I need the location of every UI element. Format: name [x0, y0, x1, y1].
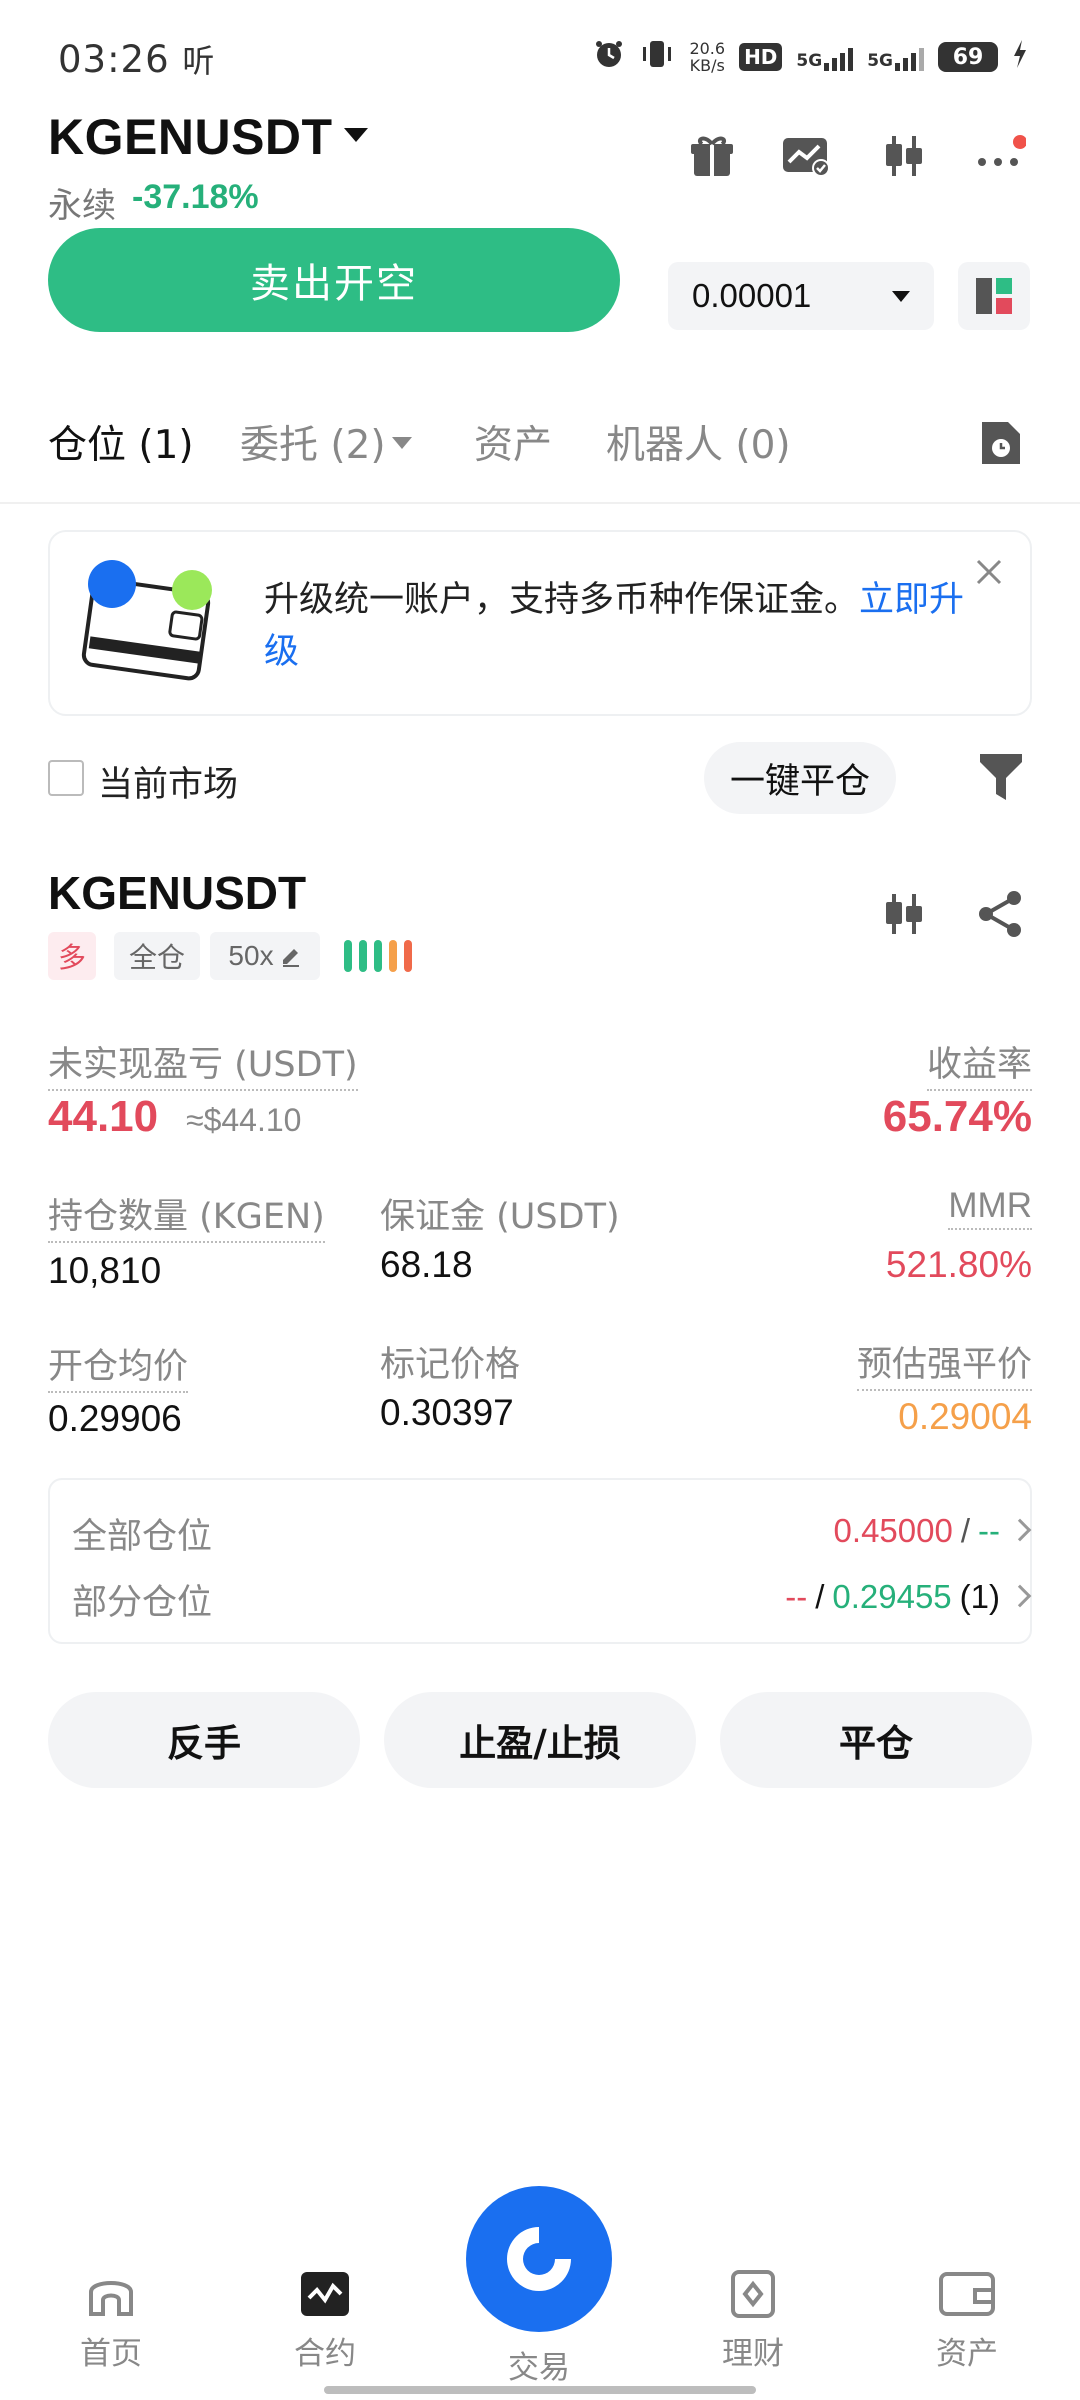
margin-mode-tag: 全仓	[114, 932, 200, 980]
entry-price-value: 0.29906	[48, 1398, 182, 1439]
entry-price-label[interactable]: 开仓均价	[48, 1338, 189, 1393]
position-symbol[interactable]: KGENUSDT	[48, 866, 306, 920]
risk-level-indicator	[344, 940, 412, 972]
gift-icon[interactable]	[686, 130, 738, 182]
tabs-divider	[0, 502, 1080, 504]
tab-assets[interactable]: 资产	[474, 414, 552, 470]
close-icon[interactable]	[974, 556, 1004, 596]
current-market-checkbox[interactable]	[48, 760, 84, 796]
tpsl-partial-label[interactable]: 部分仓位	[72, 1574, 212, 1625]
vibrate-icon	[639, 38, 675, 76]
tab-bots[interactable]: 机器人 (0)	[606, 414, 791, 470]
nav-trade-button[interactable]	[466, 2186, 612, 2332]
upgrade-banner-text: 升级统一账户，支持多币种作保证金。立即升级	[264, 580, 965, 672]
nav-trade-label[interactable]: 交易	[466, 2342, 612, 2387]
tpsl-partial-sl: 0.29455	[832, 1578, 952, 1615]
nav-home-label: 首页	[80, 2336, 142, 2372]
price-step-select[interactable]: 0.00001	[668, 262, 934, 330]
reverse-button[interactable]: 反手	[48, 1692, 360, 1788]
chart-check-icon[interactable]	[780, 130, 832, 182]
status-icons: 20.6 KB/s HD 5G 5G 69	[593, 38, 1028, 76]
tpsl-button[interactable]: 止盈/止损	[384, 1692, 696, 1788]
symbol-title[interactable]: KGENUSDT	[48, 108, 333, 166]
filter-icon[interactable]	[978, 752, 1024, 806]
leverage-tag[interactable]: 50x	[210, 932, 320, 980]
roe-label[interactable]: 收益率	[926, 1036, 1032, 1091]
layout-icon	[976, 278, 1012, 314]
nav-assets-label: 资产	[936, 2336, 998, 2372]
sell-short-button[interactable]: 卖出开空	[48, 228, 620, 332]
tpsl-partial-count: (1)	[959, 1578, 1000, 1615]
liq-price-value: 0.29004	[898, 1396, 1032, 1437]
leverage-value: 50x	[228, 940, 274, 971]
size-label[interactable]: 持仓数量 (KGEN)	[48, 1188, 325, 1243]
charging-icon	[1012, 40, 1028, 74]
liq-price-label[interactable]: 预估强平价	[856, 1336, 1032, 1391]
contract-type: 永续	[48, 186, 116, 226]
futures-icon	[301, 2272, 349, 2316]
earn-icon	[731, 2270, 775, 2318]
mark-price-value: 0.30397	[380, 1392, 514, 1433]
history-document-icon[interactable]	[978, 418, 1024, 468]
candlestick-icon[interactable]	[880, 890, 928, 942]
alarm-icon	[593, 38, 625, 76]
price-step-value: 0.00001	[692, 277, 812, 314]
orderbook-layout-button[interactable]	[958, 262, 1030, 330]
candlestick-icon[interactable]	[878, 130, 930, 182]
close-position-button[interactable]: 平仓	[720, 1692, 1032, 1788]
tpsl-full-values[interactable]: 0.45000 / --	[834, 1512, 1000, 1550]
mmr-label[interactable]: MMR	[948, 1186, 1032, 1230]
close-all-button[interactable]: 一键平仓	[704, 742, 896, 814]
status-time: 03:26 听	[58, 38, 216, 81]
system-home-indicator[interactable]	[324, 2386, 756, 2394]
tab-positions[interactable]: 仓位 (1)	[48, 414, 194, 470]
symbol-dropdown-icon[interactable]	[344, 128, 368, 142]
chevron-down-icon	[892, 290, 910, 302]
share-icon[interactable]	[976, 890, 1024, 942]
signal-5g-icon: 5G	[796, 43, 854, 71]
nav-home[interactable]: 首页	[36, 2270, 186, 2373]
trade-logo-icon	[507, 2227, 571, 2291]
tpsl-partial-values[interactable]: -- / 0.29455 (1)	[785, 1578, 1000, 1616]
more-menu-icon[interactable]	[974, 130, 1026, 182]
nav-futures[interactable]: 合约	[250, 2270, 400, 2373]
margin-value: 68.18	[380, 1244, 473, 1285]
wallet-nav-icon	[939, 2272, 995, 2316]
tpsl-full-label[interactable]: 全部仓位	[72, 1508, 212, 1559]
unrealized-pnl-label[interactable]: 未实现盈亏 (USDT)	[48, 1036, 358, 1091]
home-icon	[89, 2281, 133, 2316]
tpsl-full-tp: 0.45000	[833, 1512, 953, 1549]
unrealized-pnl-usd: ≈$44.10	[186, 1102, 302, 1138]
wallet-icon	[78, 556, 228, 700]
nav-assets[interactable]: 资产	[892, 2270, 1042, 2373]
tpsl-full-sl: --	[978, 1512, 1000, 1549]
tab-orders[interactable]: 委托 (2)	[240, 414, 386, 470]
edit-icon	[282, 949, 299, 967]
price-change: -37.18%	[132, 178, 259, 216]
mmr-value: 521.80%	[885, 1244, 1032, 1285]
signal-5g-icon: 5G	[867, 43, 924, 71]
tab-orders-dropdown-icon[interactable]	[392, 437, 412, 449]
side-tag: 多	[48, 932, 96, 980]
separator: /	[960, 1512, 971, 1549]
tpsl-partial-tp: --	[785, 1578, 808, 1615]
separator: /	[815, 1578, 825, 1615]
battery-icon: 69	[938, 42, 998, 72]
margin-label: 保证金 (USDT)	[380, 1197, 620, 1237]
nav-earn[interactable]: 理财	[678, 2270, 828, 2373]
roe-value: 65.74%	[882, 1092, 1032, 1141]
mark-price-label: 标记价格	[380, 1345, 521, 1385]
current-market-label: 当前市场	[98, 765, 239, 805]
nav-earn-label: 理财	[722, 2336, 784, 2372]
unrealized-pnl-value: 44.10	[48, 1092, 159, 1141]
nav-futures-label: 合约	[294, 2336, 356, 2372]
hd-icon: HD	[739, 43, 783, 71]
net-speed: 20.6 KB/s	[689, 39, 726, 75]
size-value: 10,810	[48, 1250, 162, 1291]
